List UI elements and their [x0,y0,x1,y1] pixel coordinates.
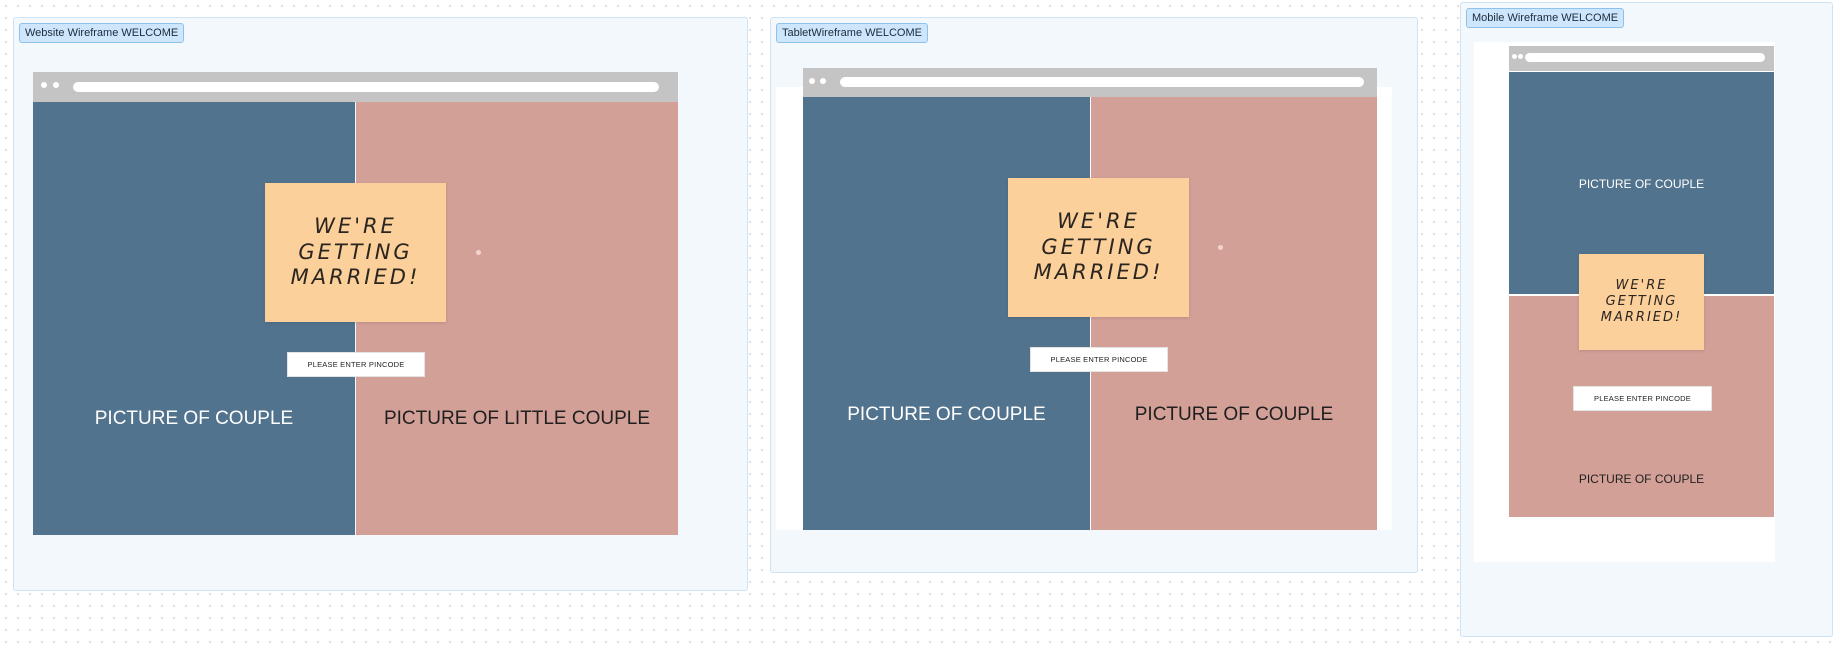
pincode-button[interactable]: PLEASE ENTER PINCODE [1030,347,1168,372]
sticky-note-heading: WE'RE GETTING MARRIED! [265,183,446,322]
window-dot-icon [1518,54,1523,59]
tablet-browser-bar [803,68,1377,97]
frame-label-website[interactable]: Website Wireframe WELCOME [19,23,185,43]
mobile-browser-bar [1509,46,1774,71]
sticky-note-text: WE'RE GETTING MARRIED! [1600,278,1683,325]
pincode-button[interactable]: PLEASE ENTER PINCODE [1573,386,1712,411]
window-dot-icon [809,78,815,84]
frame-label-tablet[interactable]: TabletWireframe WELCOME [776,23,928,43]
picture-label: PICTURE OF COUPLE [94,408,294,429]
website-browser-bar [33,72,678,102]
window-dot-icon [1512,54,1517,59]
address-bar[interactable] [840,77,1364,87]
picture-label: PICTURE OF COUPLE [847,404,1046,425]
picture-label: PICTURE OF COUPLE [1578,177,1705,191]
picture-label: PICTURE OF COUPLE [1134,404,1334,425]
picture-label: PICTURE OF COUPLE [1578,472,1705,486]
address-bar[interactable] [73,82,659,92]
sticky-note-text: WE'RE GETTING MARRIED! [290,214,421,290]
cursor-dot [1218,245,1223,250]
window-dot-icon [820,78,826,84]
pincode-button[interactable]: PLEASE ENTER PINCODE [287,352,425,377]
frame-label-mobile[interactable]: Mobile Wireframe WELCOME [1466,8,1625,28]
window-dot-icon [41,82,47,88]
cursor-dot [476,250,481,255]
sticky-note-heading: WE'RE GETTING MARRIED! [1579,254,1704,350]
address-bar[interactable] [1525,53,1765,62]
sticky-note-text: WE'RE GETTING MARRIED! [1033,209,1164,285]
sticky-note-heading: WE'RE GETTING MARRIED! [1008,178,1189,317]
window-dot-icon [53,82,59,88]
picture-label: PICTURE OF LITTLE COUPLE [383,408,651,429]
